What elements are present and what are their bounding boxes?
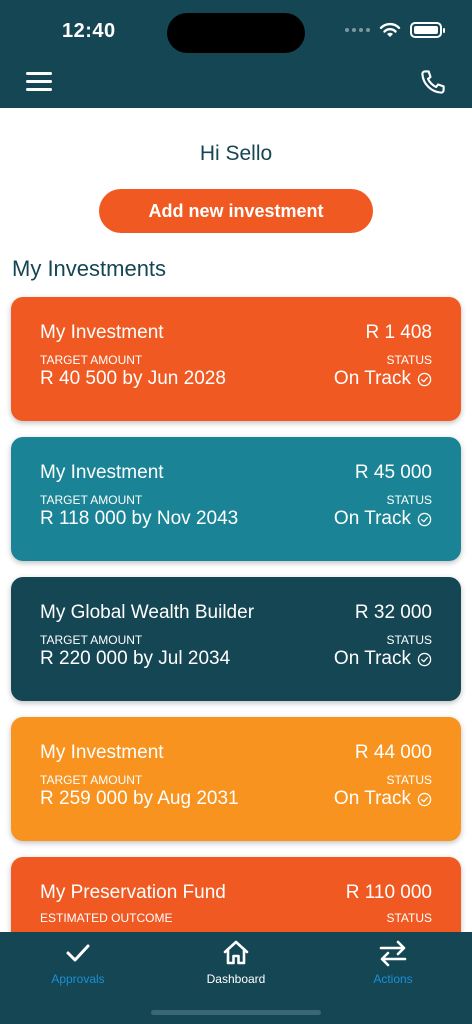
transfer-arrows-icon [379,940,407,967]
greeting-text: Hi Sello [199,142,273,165]
status-value: On Track [334,648,432,670]
investment-value: R 110 000 [345,882,432,903]
status-icons [345,22,445,38]
dynamic-island [167,13,305,53]
investment-card[interactable]: My Investment R 1 408 TARGET AMOUNT STAT… [11,297,461,421]
investment-name: My Preservation Fund [40,882,226,903]
investment-name: My Investment [40,322,164,343]
section-title: My Investments [12,256,167,281]
nav-label: Dashboard [206,972,266,986]
investment-value: R 1 408 [365,322,432,343]
status-label: STATUS [386,633,432,647]
status-value: On Track [334,788,432,810]
status-value: On Track [334,508,432,530]
top-bar: 12:40 [0,0,472,108]
status-text: On Track [333,368,411,389]
nav-actions[interactable]: Actions [323,932,463,992]
app-screen: 12:40 Hi Sello Add new investment My Inv… [0,0,472,1024]
check-circle-icon [417,792,432,806]
nav-dashboard[interactable]: Dashboard [166,932,306,992]
target-amount: R 40 500 by Jun 2028 [40,368,226,389]
status-label: STATUS [386,911,432,925]
status-text: On Track [333,508,411,529]
target-label: TARGET AMOUNT [40,353,143,367]
investment-card[interactable]: My Global Wealth Builder R 32 000 TARGET… [11,577,461,701]
investment-value: R 44 000 [354,742,432,763]
target-amount: R 118 000 by Nov 2043 [40,508,239,529]
cellular-signal-icon [345,28,370,32]
status-text: On Track [333,648,411,669]
nav-label: Actions [373,972,413,986]
target-label: ESTIMATED OUTCOME [40,911,173,925]
phone-icon[interactable] [418,67,448,97]
status-label: STATUS [386,353,432,367]
status-label: STATUS [386,493,432,507]
target-label: TARGET AMOUNT [40,493,143,507]
wifi-icon [379,22,401,37]
home-indicator [151,1010,321,1015]
investment-name: My Investment [40,462,164,483]
investment-value: R 45 000 [354,462,432,483]
status-value: On Track [334,368,432,390]
check-circle-icon [417,512,432,526]
target-amount: R 220 000 by Jul 2034 [40,648,231,669]
battery-icon [410,22,445,38]
status-text: On Track [333,788,411,809]
investment-name: My Investment [40,742,164,763]
nav-label: Approvals [51,972,105,986]
add-investment-button[interactable]: Add new investment [99,189,373,233]
target-amount: R 259 000 by Aug 2031 [40,788,239,809]
status-time: 12:40 [62,20,116,42]
target-label: TARGET AMOUNT [40,633,143,647]
investment-card[interactable]: My Investment R 44 000 TARGET AMOUNT STA… [11,717,461,841]
check-circle-icon [417,652,432,666]
status-label: STATUS [386,773,432,787]
nav-approvals[interactable]: Approvals [8,932,148,992]
checkmark-icon [66,944,90,962]
investment-card[interactable]: My Investment R 45 000 TARGET AMOUNT STA… [11,437,461,561]
check-circle-icon [417,372,432,386]
target-label: TARGET AMOUNT [40,773,143,787]
hamburger-menu-icon[interactable] [26,72,52,92]
investment-value: R 32 000 [354,602,432,623]
home-icon [223,940,249,965]
investment-name: My Global Wealth Builder [40,602,255,623]
